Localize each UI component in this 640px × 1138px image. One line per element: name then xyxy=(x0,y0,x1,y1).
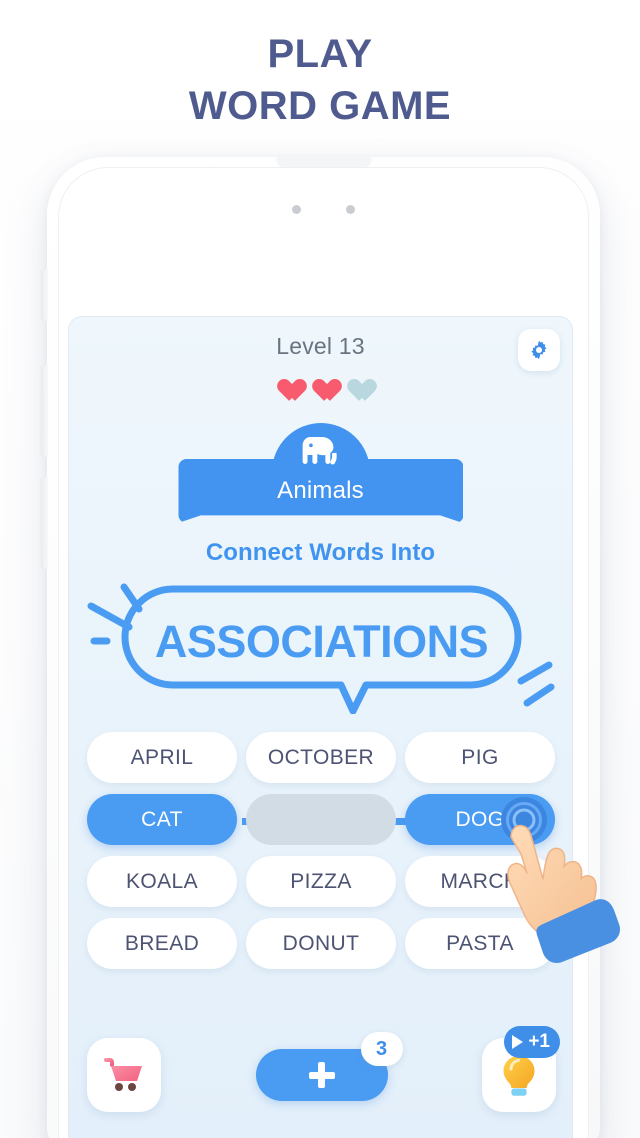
shop-button[interactable] xyxy=(87,1038,161,1112)
page-title: PLAY WORD GAME xyxy=(0,28,640,132)
game-screen: Level 13 Animals Connect Words Into ASSO… xyxy=(68,316,573,1138)
play-triangle-icon xyxy=(512,1035,524,1049)
phone-side-button-mute[interactable] xyxy=(42,269,48,321)
word-pill-label: APRIL xyxy=(130,745,194,769)
category-banner: Animals xyxy=(69,423,572,523)
heart-icon-empty-3 xyxy=(343,369,369,393)
word-pill-bread[interactable]: BREAD xyxy=(87,918,237,969)
settings-button[interactable] xyxy=(518,329,560,371)
word-pill-label: PIZZA xyxy=(290,869,352,893)
heart-icon-full-1 xyxy=(273,369,299,393)
shopping-cart-icon xyxy=(104,1058,142,1091)
sensor-dot-icon xyxy=(346,205,355,214)
phone-earpiece-notch xyxy=(276,154,371,167)
plus-icon xyxy=(307,1060,337,1090)
phone-side-button-volume-up[interactable] xyxy=(42,365,48,457)
category-label: Animals xyxy=(277,477,364,504)
word-pill-label: DONUT xyxy=(282,931,360,955)
word-pill-april[interactable]: APRIL xyxy=(87,732,237,783)
word-pill-pig[interactable]: PIG xyxy=(405,732,555,783)
lightbulb-icon xyxy=(503,1056,535,1096)
word-pill-label: OCTOBER xyxy=(267,745,375,769)
word-pill-donut[interactable]: DONUT xyxy=(246,918,396,969)
screenshot-root: PLAY WORD GAME Level 13 Animals Connect … xyxy=(0,0,640,1138)
word-pill-label: PIG xyxy=(461,745,499,769)
word-pill-koala[interactable]: KOALA xyxy=(87,856,237,907)
word-pill-label: KOALA xyxy=(125,869,199,893)
prompt-line-1: Connect Words Into xyxy=(205,539,436,566)
word-pill-empty-slot[interactable] xyxy=(246,794,396,845)
game-bottom-bar: 3 +1 xyxy=(87,1026,560,1114)
elephant-icon xyxy=(302,437,337,465)
hint-video-badge[interactable]: +1 xyxy=(504,1026,560,1058)
hint-badge-label: +1 xyxy=(528,1031,550,1052)
phone-sensor-dots xyxy=(47,205,600,214)
hint-button[interactable]: +1 xyxy=(482,1026,560,1112)
page-title-line-2: WORD GAME xyxy=(188,84,452,128)
associations-bubble: ASSOCIATIONS xyxy=(69,569,572,715)
lives-hearts xyxy=(69,369,572,393)
camera-dot-icon xyxy=(292,205,301,214)
word-pill-cat[interactable]: CAT xyxy=(87,794,408,845)
phone-side-button-volume-down[interactable] xyxy=(42,477,48,569)
gear-icon xyxy=(531,340,547,360)
page-title-line-1: PLAY xyxy=(267,32,373,76)
add-count-badge: 3 xyxy=(360,1032,403,1066)
pointing-hand-cursor xyxy=(480,796,630,966)
level-label: Level 13 xyxy=(276,333,365,359)
word-pill-label: BREAD xyxy=(124,931,200,955)
word-pill-october[interactable]: OCTOBER xyxy=(246,732,396,783)
word-pill-pizza[interactable]: PIZZA xyxy=(246,856,396,907)
prompt-line-2: ASSOCIATIONS xyxy=(154,616,489,667)
heart-icon-full-2 xyxy=(308,369,334,393)
word-pill-label: CAT xyxy=(141,807,183,831)
pointing-hand-icon xyxy=(507,824,620,963)
